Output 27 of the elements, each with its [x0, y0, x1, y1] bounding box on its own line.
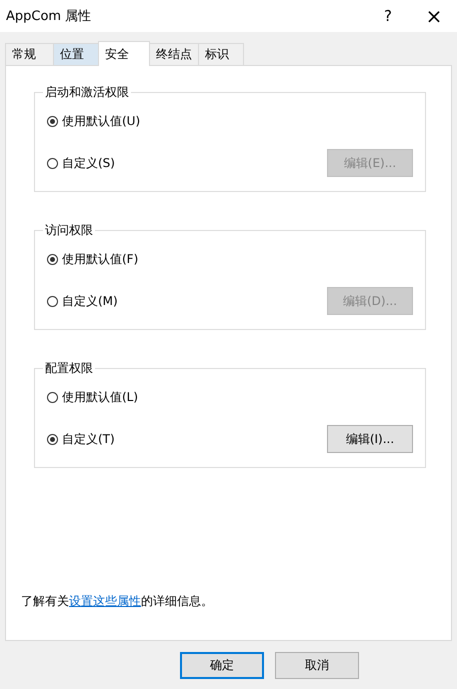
radio-icon[interactable]: [47, 158, 58, 168]
close-button[interactable]: ×: [411, 0, 457, 32]
radio-icon[interactable]: [47, 296, 58, 306]
radio-option[interactable]: 自定义(M): [47, 292, 118, 310]
dialog-button[interactable]: 取消: [275, 652, 359, 679]
radio-option[interactable]: 使用默认值(F): [47, 250, 138, 268]
tab[interactable]: 位置: [53, 43, 99, 65]
help-button[interactable]: ?: [365, 0, 411, 32]
settings-link[interactable]: 设置这些属性: [69, 594, 141, 608]
radio-icon[interactable]: [47, 392, 58, 402]
group-title: 配置权限: [44, 360, 94, 377]
group-title: 启动和激活权限: [44, 84, 130, 101]
radio-icon[interactable]: [47, 254, 58, 264]
radio-option[interactable]: 使用默认值(U): [47, 112, 140, 130]
tab[interactable]: 标识: [198, 43, 244, 65]
dialog-button[interactable]: 确定: [180, 652, 264, 679]
edit-button[interactable]: 编辑(I)...: [327, 425, 413, 453]
group-title: 访问权限: [44, 222, 94, 239]
radio-option[interactable]: 自定义(T): [47, 430, 115, 448]
radio-option[interactable]: 使用默认值(L): [47, 388, 138, 406]
radio-option[interactable]: 自定义(S): [47, 154, 115, 172]
radio-icon[interactable]: [47, 434, 58, 444]
info-text: 了解有关设置这些属性的详细信息。: [21, 593, 214, 610]
tab[interactable]: 安全: [98, 41, 150, 66]
window-title: AppCom 属性: [6, 8, 92, 25]
radio-icon[interactable]: [47, 116, 58, 126]
tab[interactable]: 常规: [5, 43, 54, 65]
